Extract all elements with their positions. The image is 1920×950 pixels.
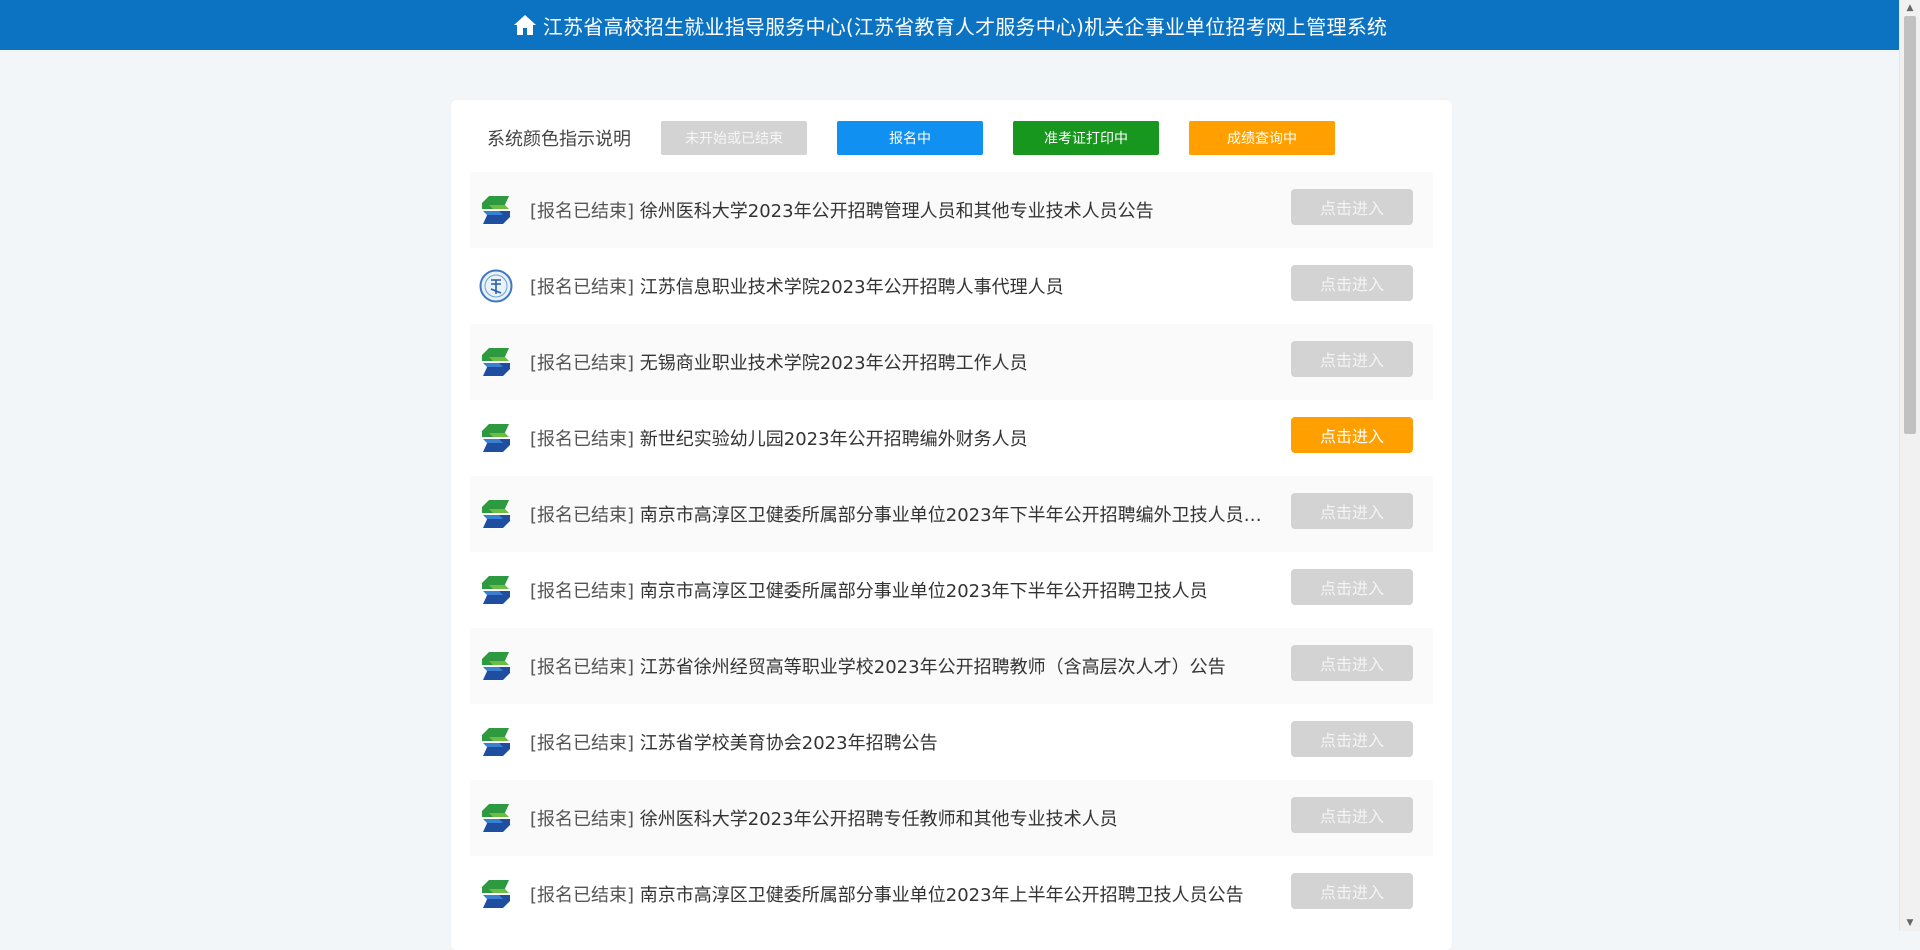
announcement-name[interactable]: 江苏省学校美育协会2023年招聘公告	[640, 733, 938, 754]
list-item: [报名已结束] 江苏省徐州经贸高等职业学校2023年公开招聘教师（含高层次人才）…	[470, 628, 1433, 704]
announcement-panel: 系统颜色指示说明 未开始或已结束 报名中 准考证打印中 成绩查询中 [报名已结束…	[451, 100, 1452, 950]
status-label: [报名已结束]	[530, 201, 635, 222]
enter-button[interactable]: 点击进入	[1291, 341, 1413, 377]
enter-button[interactable]: 点击进入	[1291, 797, 1413, 833]
list-item: [报名已结束] 徐州医科大学2023年公开招聘专任教师和其他专业技术人员 点击进…	[470, 780, 1433, 856]
status-label: [报名已结束]	[530, 657, 635, 678]
announcement-name[interactable]: 新世纪实验幼儿园2023年公开招聘编外财务人员	[640, 429, 1028, 450]
status-label: [报名已结束]	[530, 885, 635, 906]
s-logo-icon	[482, 652, 510, 680]
color-legend: 系统颜色指示说明 未开始或已结束 报名中 准考证打印中 成绩查询中	[487, 120, 1365, 156]
announcement-title[interactable]: [报名已结束] 徐州医科大学2023年公开招聘管理人员和其他专业技术人员公告	[530, 197, 1272, 223]
s-logo-icon	[482, 196, 510, 224]
home-icon[interactable]	[513, 13, 537, 37]
announcement-name[interactable]: 南京市高淳区卫健委所属部分事业单位2023年上半年公开招聘卫技人员公告	[640, 885, 1244, 906]
s-logo-icon	[482, 576, 510, 604]
announcement-title[interactable]: [报名已结束] 徐州医科大学2023年公开招聘专任教师和其他专业技术人员	[530, 805, 1272, 831]
announcement-title[interactable]: [报名已结束] 无锡商业职业技术学院2023年公开招聘工作人员	[530, 349, 1272, 375]
announcement-name[interactable]: 徐州医科大学2023年公开招聘专任教师和其他专业技术人员	[640, 809, 1118, 830]
legend-chip-not-started-or-ended: 未开始或已结束	[661, 121, 807, 155]
announcement-name[interactable]: 徐州医科大学2023年公开招聘管理人员和其他专业技术人员公告	[640, 201, 1154, 222]
status-label: [报名已结束]	[530, 809, 635, 830]
legend-chip-score-query: 成绩查询中	[1189, 121, 1335, 155]
announcement-name[interactable]: 南京市高淳区卫健委所属部分事业单位2023年下半年公开招聘编外卫技人员、…	[640, 505, 1272, 526]
list-item: [报名已结束] 南京市高淳区卫健委所属部分事业单位2023年下半年公开招聘卫技人…	[470, 552, 1433, 628]
s-logo-icon	[482, 880, 510, 908]
list-item: [报名已结束] 新世纪实验幼儿园2023年公开招聘编外财务人员 点击进入	[470, 400, 1433, 476]
legend-chip-registering: 报名中	[837, 121, 983, 155]
announcement-title[interactable]: [报名已结束] 南京市高淳区卫健委所属部分事业单位2023年下半年公开招聘编外卫…	[530, 501, 1272, 527]
scrollbar-thumb[interactable]	[1904, 16, 1916, 434]
enter-button[interactable]: 点击进入	[1291, 493, 1413, 529]
announcement-title[interactable]: [报名已结束] 江苏省徐州经贸高等职业学校2023年公开招聘教师（含高层次人才）…	[530, 653, 1272, 679]
enter-button[interactable]: 点击进入	[1291, 645, 1413, 681]
s-logo-icon	[482, 804, 510, 832]
list-item: [报名已结束] 南京市高淳区卫健委所属部分事业单位2023年上半年公开招聘卫技人…	[470, 856, 1433, 932]
status-label: [报名已结束]	[530, 733, 635, 754]
announcement-name[interactable]: 南京市高淳区卫健委所属部分事业单位2023年下半年公开招聘卫技人员	[640, 581, 1208, 602]
page-title: 江苏省高校招生就业指导服务中心(江苏省教育人才服务中心)机关企事业单位招考网上管…	[542, 14, 1388, 39]
status-label: [报名已结束]	[530, 581, 635, 602]
vertical-scrollbar[interactable]: ▲ ▼	[1899, 0, 1920, 931]
announcement-name[interactable]: 江苏省徐州经贸高等职业学校2023年公开招聘教师（含高层次人才）公告	[640, 657, 1226, 678]
announcement-title[interactable]: [报名已结束] 江苏省学校美育协会2023年招聘公告	[530, 729, 1272, 755]
legend-label: 系统颜色指示说明	[487, 129, 631, 150]
list-item: [报名已结束] 江苏省学校美育协会2023年招聘公告 点击进入	[470, 704, 1433, 780]
announcement-name[interactable]: 江苏信息职业技术学院2023年公开招聘人事代理人员	[640, 277, 1064, 298]
school-seal-icon	[479, 269, 513, 303]
list-item: [报名已结束] 南京市高淳区卫健委所属部分事业单位2023年下半年公开招聘编外卫…	[470, 476, 1433, 552]
enter-button[interactable]: 点击进入	[1291, 721, 1413, 757]
s-logo-icon	[482, 728, 510, 756]
enter-button[interactable]: 点击进入	[1291, 873, 1413, 909]
enter-button[interactable]: 点击进入	[1291, 569, 1413, 605]
scroll-down-arrow-icon[interactable]: ▼	[1900, 915, 1920, 931]
legend-chip-admission-ticket-printing: 准考证打印中	[1013, 121, 1159, 155]
enter-button[interactable]: 点击进入	[1291, 189, 1413, 225]
status-label: [报名已结束]	[530, 277, 635, 298]
list-item: [报名已结束] 江苏信息职业技术学院2023年公开招聘人事代理人员 点击进入	[470, 248, 1433, 324]
list-item: [报名已结束] 徐州医科大学2023年公开招聘管理人员和其他专业技术人员公告 点…	[470, 172, 1433, 248]
announcement-name[interactable]: 无锡商业职业技术学院2023年公开招聘工作人员	[640, 353, 1028, 374]
status-label: [报名已结束]	[530, 429, 635, 450]
list-item: [报名已结束] 无锡商业职业技术学院2023年公开招聘工作人员 点击进入	[470, 324, 1433, 400]
s-logo-icon	[482, 424, 510, 452]
status-label: [报名已结束]	[530, 505, 635, 526]
s-logo-icon	[482, 348, 510, 376]
enter-button[interactable]: 点击进入	[1291, 265, 1413, 301]
announcement-title[interactable]: [报名已结束] 南京市高淳区卫健委所属部分事业单位2023年上半年公开招聘卫技人…	[530, 881, 1272, 907]
enter-button[interactable]: 点击进入	[1291, 417, 1413, 453]
announcement-title[interactable]: [报名已结束] 南京市高淳区卫健委所属部分事业单位2023年下半年公开招聘卫技人…	[530, 577, 1272, 603]
scroll-up-arrow-icon[interactable]: ▲	[1900, 0, 1920, 16]
announcement-title[interactable]: [报名已结束] 江苏信息职业技术学院2023年公开招聘人事代理人员	[530, 273, 1272, 299]
status-label: [报名已结束]	[530, 353, 635, 374]
announcement-list: [报名已结束] 徐州医科大学2023年公开招聘管理人员和其他专业技术人员公告 点…	[470, 172, 1433, 932]
announcement-title[interactable]: [报名已结束] 新世纪实验幼儿园2023年公开招聘编外财务人员	[530, 425, 1272, 451]
s-logo-icon	[482, 500, 510, 528]
top-header-bar: 江苏省高校招生就业指导服务中心(江苏省教育人才服务中心)机关企事业单位招考网上管…	[0, 0, 1900, 50]
